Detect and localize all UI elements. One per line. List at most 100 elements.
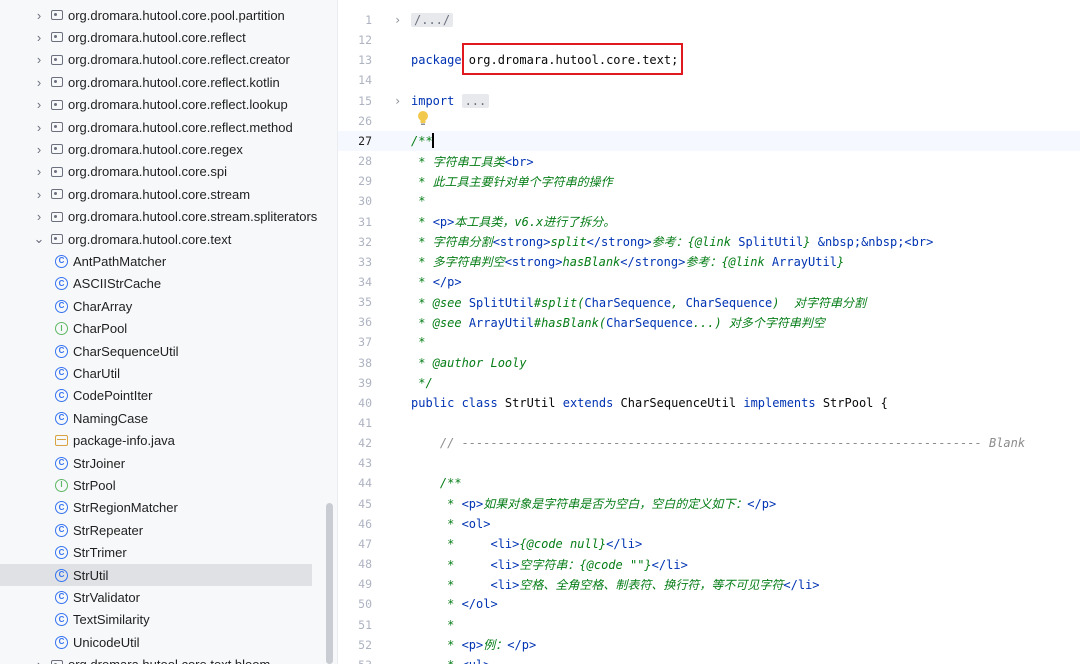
tree-file[interactable]: C AntPathMatcher	[0, 250, 337, 272]
code-line[interactable]: 40 public class StrUtil extends CharSeque…	[338, 393, 1080, 413]
code-line[interactable]: 36 * @see ArrayUtil#hasBlank(CharSequenc…	[338, 312, 1080, 332]
tree-package[interactable]: ⌄ org.dromara.hutool.core.text	[0, 228, 337, 250]
chevron-right-icon[interactable]: ›	[33, 97, 45, 112]
tree-package[interactable]: › org.dromara.hutool.core.pool.partition	[0, 4, 337, 26]
chevron-right-icon[interactable]: ›	[33, 52, 45, 67]
code-token: 空字符串：{	[519, 557, 587, 572]
package-highlight-box	[462, 43, 683, 75]
code-line[interactable]: 46 * <ol>	[338, 514, 1080, 534]
chevron-right-icon[interactable]: ›	[33, 75, 45, 90]
code-line[interactable]: 44 /**	[338, 473, 1080, 493]
tree-package[interactable]: › org.dromara.hutool.core.regex	[0, 138, 337, 160]
code-line[interactable]: 42 // ----------------------------------…	[338, 433, 1080, 453]
fold-chevron-icon[interactable]: ›	[394, 13, 401, 27]
code-line[interactable]: 47 * <li>{@code null}</li>	[338, 534, 1080, 554]
code-line[interactable]: 43	[338, 453, 1080, 473]
code-line[interactable]: 50 * </ol>	[338, 594, 1080, 614]
chevron-right-icon[interactable]: ›	[33, 30, 45, 45]
code-editor[interactable]: 1 ›/.../12 13 package org.dromara.hutool.co…	[338, 0, 1080, 664]
code-line[interactable]: 27 /**	[338, 130, 1080, 151]
code-line[interactable]: 34 * </p>	[338, 272, 1080, 292]
tree-file[interactable]: C CharSequenceUtil	[0, 340, 337, 362]
code-line[interactable]: 29 * 此工具主要针对单个字符串的操作	[338, 171, 1080, 191]
code-line[interactable]: 39 */	[338, 373, 1080, 393]
tree-package[interactable]: › org.dromara.hutool.core.reflect.lookup	[0, 94, 337, 116]
code-line[interactable]: 31 * <p>本工具类，v6.x进行了拆分。	[338, 212, 1080, 232]
code-text: * <ul>	[411, 658, 490, 664]
tree-file[interactable]: C ASCIIStrCache	[0, 273, 337, 295]
code-line[interactable]: 33 * 多字符串判空<strong>hasBlank</strong>参考：{…	[338, 252, 1080, 272]
code-token: *	[411, 597, 462, 612]
chevron-down-icon[interactable]: ⌄	[33, 231, 45, 246]
code-line[interactable]: 32 * 字符串分割<strong>split</strong>参考：{@lin…	[338, 232, 1080, 252]
tree-file[interactable]: C CharUtil	[0, 362, 337, 384]
code-line[interactable]: 41	[338, 413, 1080, 433]
tree-file[interactable]: C StrUtil	[0, 564, 312, 586]
code-line[interactable]: 49 * <li>空格、全角空格、制表符、换行符，等不可见字符</li>	[338, 574, 1080, 594]
chevron-right-icon[interactable]: ›	[33, 657, 45, 664]
tree-file[interactable]: C StrRegionMatcher	[0, 497, 337, 519]
fold-chevron-icon[interactable]: ›	[394, 94, 401, 108]
chevron-right-icon[interactable]: ›	[33, 142, 45, 157]
code-line[interactable]: 13 package org.dromara.hutool.core.text;	[338, 50, 1080, 70]
tree-file[interactable]: C NamingCase	[0, 407, 337, 429]
code-line[interactable]: 14	[338, 70, 1080, 90]
tree-file[interactable]: I CharPool	[0, 318, 337, 340]
tree-package[interactable]: › org.dromara.hutool.core.spi	[0, 161, 337, 183]
code-line[interactable]: 53 * <ul>	[338, 655, 1080, 664]
code-line[interactable]: 48 * <li>空字符串：{@code ""}</li>	[338, 554, 1080, 574]
code-token: <li>	[490, 557, 520, 572]
tree-file[interactable]: C CharArray	[0, 295, 337, 317]
chevron-right-icon[interactable]: ›	[33, 8, 45, 23]
code-line[interactable]: 1 › /.../	[338, 10, 1080, 30]
code-token: Looly	[490, 355, 527, 370]
code-token: <strong>	[504, 255, 563, 270]
code-token: *	[411, 194, 426, 209]
code-token: CharSequenceUtil	[620, 395, 744, 410]
tree-file[interactable]: C StrJoiner	[0, 452, 337, 474]
tree-package[interactable]: › org.dromara.hutool.core.reflect.kotlin	[0, 71, 337, 93]
class-icon: C	[55, 411, 68, 425]
code-token: @link	[728, 255, 772, 270]
code-line[interactable]: 38 * @author Looly	[338, 353, 1080, 373]
tree-file[interactable]: C StrRepeater	[0, 519, 337, 541]
tree-file[interactable]: C StrValidator	[0, 586, 337, 608]
class-icon: C	[55, 568, 68, 582]
chevron-right-icon[interactable]: ›	[33, 120, 45, 135]
tree-item-label: CharPool	[73, 321, 128, 337]
class-icon: C	[55, 277, 68, 291]
folded-region[interactable]: /.../	[411, 13, 454, 27]
tree-package[interactable]: › org.dromara.hutool.core.reflect.method	[0, 116, 337, 138]
code-line[interactable]: 51 *	[338, 615, 1080, 635]
code-token: */	[411, 375, 433, 390]
code-line[interactable]: 15 › import ...	[338, 91, 1080, 111]
tree-package[interactable]: › org.dromara.hutool.core.stream	[0, 183, 337, 205]
code-line[interactable]: 52 * <p>例：</p>	[338, 635, 1080, 655]
code-line[interactable]: 30 *	[338, 191, 1080, 211]
tree-item-label: org.dromara.hutool.core.spi	[68, 164, 227, 180]
code-token: @see	[432, 295, 469, 310]
tree-file[interactable]: C StrTrimer	[0, 542, 337, 564]
tree-package[interactable]: › org.dromara.hutool.core.reflect.creator	[0, 49, 337, 71]
chevron-right-icon[interactable]: ›	[33, 209, 45, 224]
code-line[interactable]: 35 * @see SplitUtil#split(CharSequence, …	[338, 292, 1080, 312]
tree-file[interactable]: package-info.java	[0, 430, 337, 452]
chevron-right-icon[interactable]: ›	[33, 164, 45, 179]
tree-package[interactable]: › org.dromara.hutool.core.stream.splitera…	[0, 206, 337, 228]
tree-package[interactable]: › org.dromara.hutool.core.text.bloom	[0, 654, 337, 664]
sidebar-scrollbar[interactable]	[326, 503, 333, 664]
tree-file[interactable]: C TextSimilarity	[0, 609, 337, 631]
code-token: @see	[432, 315, 469, 330]
tree-file[interactable]: C UnicodeUtil	[0, 631, 337, 653]
code-line[interactable]: 37 *	[338, 332, 1080, 352]
code-line[interactable]: 26	[338, 111, 1080, 131]
tree-file[interactable]: C CodePointIter	[0, 385, 337, 407]
tree-package[interactable]: › org.dromara.hutool.core.reflect	[0, 26, 337, 48]
code-line[interactable]: 12	[338, 30, 1080, 50]
tree-file[interactable]: I StrPool	[0, 474, 337, 496]
folded-region[interactable]: ...	[461, 93, 490, 108]
chevron-right-icon[interactable]: ›	[33, 187, 45, 202]
code-line[interactable]: 45 * <p>如果对象是字符串是否为空白，空白的定义如下：</p>	[338, 494, 1080, 514]
code-line[interactable]: 28 * 字符串工具类<br>	[338, 151, 1080, 171]
lightbulb-icon[interactable]	[417, 110, 429, 126]
